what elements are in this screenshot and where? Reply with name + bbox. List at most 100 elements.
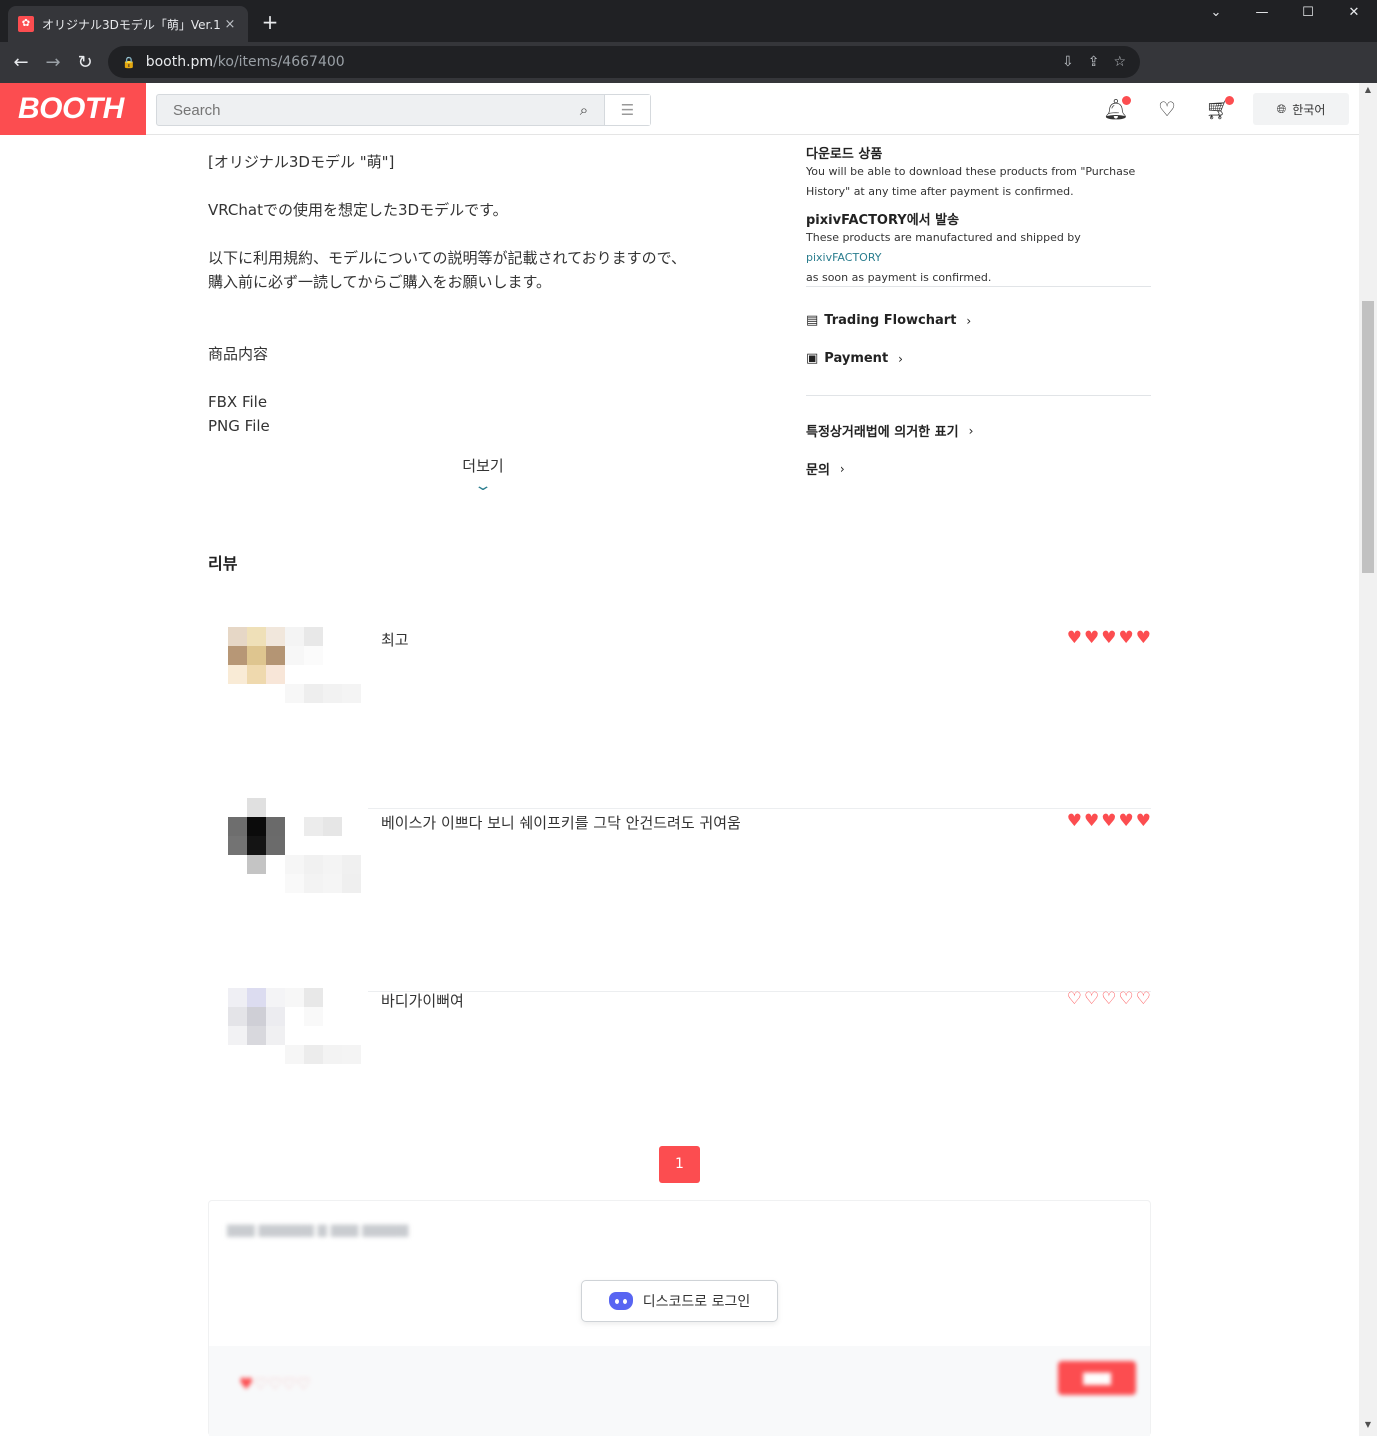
minimize-icon[interactable]: —	[1239, 0, 1285, 28]
heart-outline-icon: ♡	[1066, 989, 1082, 1009]
heart-outline-icon: ♡	[1118, 989, 1134, 1009]
lock-icon: 🔒	[122, 55, 136, 69]
rating-hearts: ♡ ♡ ♡ ♡ ♡	[1067, 990, 1151, 1008]
browser-toolbar: ← → ↻ 🔒 booth.pm /ko/items/4667400 ⇩ ⇪ ☆	[0, 42, 1377, 83]
avatar	[228, 627, 361, 703]
scrollbar-thumb[interactable]	[1362, 301, 1374, 573]
show-more-label: 더보기	[462, 457, 504, 475]
reload-icon[interactable]: ↻	[72, 50, 98, 76]
submit-review-button-blurred: ▇▇▇	[1058, 1361, 1136, 1395]
inquiry-link[interactable]: 문의 ›	[806, 459, 845, 479]
discord-login-label: 디스코드로 로그인	[642, 1294, 751, 1310]
heart-filled-icon: ♥	[1101, 811, 1117, 831]
heart-filled-icon: ♥	[1135, 628, 1151, 648]
chevron-right-icon: ›	[898, 351, 903, 366]
description-line: 以下に利用規約、モデルについての説明等が記載されておりますので、	[208, 249, 687, 267]
payment-link[interactable]: ▣ Payment ›	[806, 351, 903, 366]
factory-info: pixivFACTORY에서 발송 These products are man…	[806, 209, 1151, 288]
compose-footer: ♥♡♡♡♡ ▇▇▇	[209, 1346, 1150, 1436]
scroll-up-icon[interactable]: ▲	[1359, 85, 1377, 99]
search-icon[interactable]: ⌕	[564, 95, 604, 125]
address-bar[interactable]: 🔒 booth.pm /ko/items/4667400 ⇩ ⇪ ☆	[108, 46, 1140, 78]
discord-login-button[interactable]: 디스코드로 로그인	[581, 1280, 778, 1322]
trading-flowchart-label: Trading Flowchart	[824, 313, 957, 328]
review-text: 최고	[381, 631, 409, 649]
compose-placeholder-blurred: ▇▇▇ ▇▇▇▇▇▇ ▇ ▇▇▇ ▇▇▇▇▇	[227, 1223, 409, 1237]
review-item: 베이스가 이쁘다 보니 쉐이프키를 그닥 안건드려도 귀여움 ♥ ♥ ♥ ♥ ♥	[208, 798, 1151, 992]
discord-icon	[608, 1292, 633, 1310]
chevron-right-icon: ›	[968, 423, 974, 438]
payment-label: Payment	[824, 351, 889, 366]
chevron-down-icon: ⌄	[473, 478, 493, 494]
rating-input-hearts-blurred: ♥♡♡♡♡	[239, 1374, 311, 1393]
maximize-icon[interactable]: ☐	[1285, 0, 1331, 28]
notification-dot	[1122, 96, 1131, 105]
url-path: /ko/items/4667400	[213, 54, 345, 70]
divider	[806, 286, 1151, 287]
review-text: 베이스가 이쁘다 보니 쉐이프키를 그닥 안건드려도 귀여움	[381, 814, 741, 832]
review-item: 최고 ♥ ♥ ♥ ♥ ♥	[208, 627, 1151, 809]
tab-close-icon[interactable]: ×	[222, 17, 238, 32]
factory-title: pixivFACTORY에서 발송	[806, 213, 960, 228]
filter-icon[interactable]: ☰	[604, 95, 650, 125]
heart-outline-icon: ♡	[1084, 989, 1100, 1009]
download-desc: You will be able to download these produ…	[806, 165, 1136, 198]
rating-hearts: ♥ ♥ ♥ ♥ ♥	[1067, 629, 1151, 647]
legal-notice-label: 특정상거래법에 의거한 표기	[806, 425, 959, 440]
tab-title: オリジナル3Dモデル「萌」Ver.1.0	[42, 17, 222, 32]
heart-filled-icon: ♥	[1084, 628, 1100, 648]
heart-outline-icon: ♡	[1101, 989, 1117, 1009]
show-more-button[interactable]: 더보기 ⌄	[440, 455, 526, 494]
booth-logo[interactable]: BOOTH	[0, 83, 146, 135]
review-item: 바디가이뻐여 ♡ ♡ ♡ ♡ ♡	[208, 988, 1151, 1170]
contents-heading: 商品内容	[208, 345, 269, 363]
chevron-right-icon: ›	[839, 461, 845, 476]
description-title-line: [オリジナル3Dモデル "萌"]	[208, 153, 395, 171]
page-scrollbar[interactable]: ▲ ▼	[1359, 83, 1377, 1436]
forward-icon[interactable]: →	[40, 50, 66, 76]
heart-filled-icon: ♥	[1084, 811, 1100, 831]
file-item: PNG File	[208, 417, 270, 435]
legal-notice-link[interactable]: 특정상거래법에 의거한 표기 ›	[806, 421, 974, 441]
new-tab-button[interactable]: +	[258, 10, 282, 34]
description-line: 購入前に必ず一読してからご購入をお願いします。	[208, 273, 552, 291]
heart-filled-icon: ♥	[1066, 811, 1082, 831]
pagination-page-1[interactable]: 1	[659, 1146, 700, 1183]
rating-hearts: ♥ ♥ ♥ ♥ ♥	[1067, 812, 1151, 830]
inquiry-label: 문의	[806, 463, 830, 478]
divider	[806, 395, 1151, 396]
globe-icon: 🌐︎	[1276, 101, 1287, 116]
language-selector[interactable]: 🌐︎ 한국어	[1253, 93, 1349, 125]
avatar	[228, 798, 361, 893]
url-host: booth.pm	[145, 54, 214, 70]
tab-search-icon[interactable]: ⌄	[1193, 0, 1239, 28]
trading-flowchart-link[interactable]: ▤ Trading Flowchart ›	[806, 313, 971, 328]
share-icon[interactable]: ⇪	[1088, 54, 1100, 70]
wishlist-heart-icon[interactable]: ♡	[1153, 95, 1181, 123]
scroll-down-icon[interactable]: ▼	[1359, 1420, 1377, 1434]
heart-filled-icon: ♥	[1135, 811, 1151, 831]
page-content: BOOTH ⌕ ☰ 🔔︎ ♡ 🛒︎ 🌐︎ 한국어 [オリジナル3Dモデル "萌"…	[0, 83, 1359, 1436]
wallet-icon: ▣	[806, 351, 819, 366]
heart-filled-icon: ♥	[1101, 628, 1117, 648]
chevron-right-icon: ›	[966, 313, 972, 328]
back-icon[interactable]: ←	[8, 50, 34, 76]
close-window-icon[interactable]: ✕	[1331, 0, 1377, 28]
heart-outline-icon: ♡	[1135, 989, 1151, 1009]
cart-dot	[1225, 96, 1234, 105]
search-input[interactable]	[157, 95, 564, 125]
pixivfactory-link[interactable]: pixivFACTORY	[806, 251, 881, 264]
search-box: ⌕ ☰	[156, 94, 651, 126]
factory-desc: These products are manufactured and ship…	[806, 231, 1081, 284]
language-label: 한국어	[1292, 102, 1326, 117]
browser-tabbar: ✿ オリジナル3Dモデル「萌」Ver.1.0 × + ⌄ — ☐ ✕	[0, 0, 1377, 42]
divider	[368, 808, 1151, 809]
booth-favicon-icon: ✿	[18, 16, 34, 32]
bookmark-star-icon[interactable]: ☆	[1113, 54, 1126, 70]
heart-filled-icon: ♥	[1066, 628, 1082, 648]
avatar	[228, 988, 361, 1064]
install-app-icon[interactable]: ⇩	[1062, 54, 1074, 70]
download-title: 다운로드 상품	[806, 147, 883, 162]
browser-tab[interactable]: ✿ オリジナル3Dモデル「萌」Ver.1.0 ×	[8, 6, 248, 42]
heart-filled-icon: ♥	[1118, 811, 1134, 831]
